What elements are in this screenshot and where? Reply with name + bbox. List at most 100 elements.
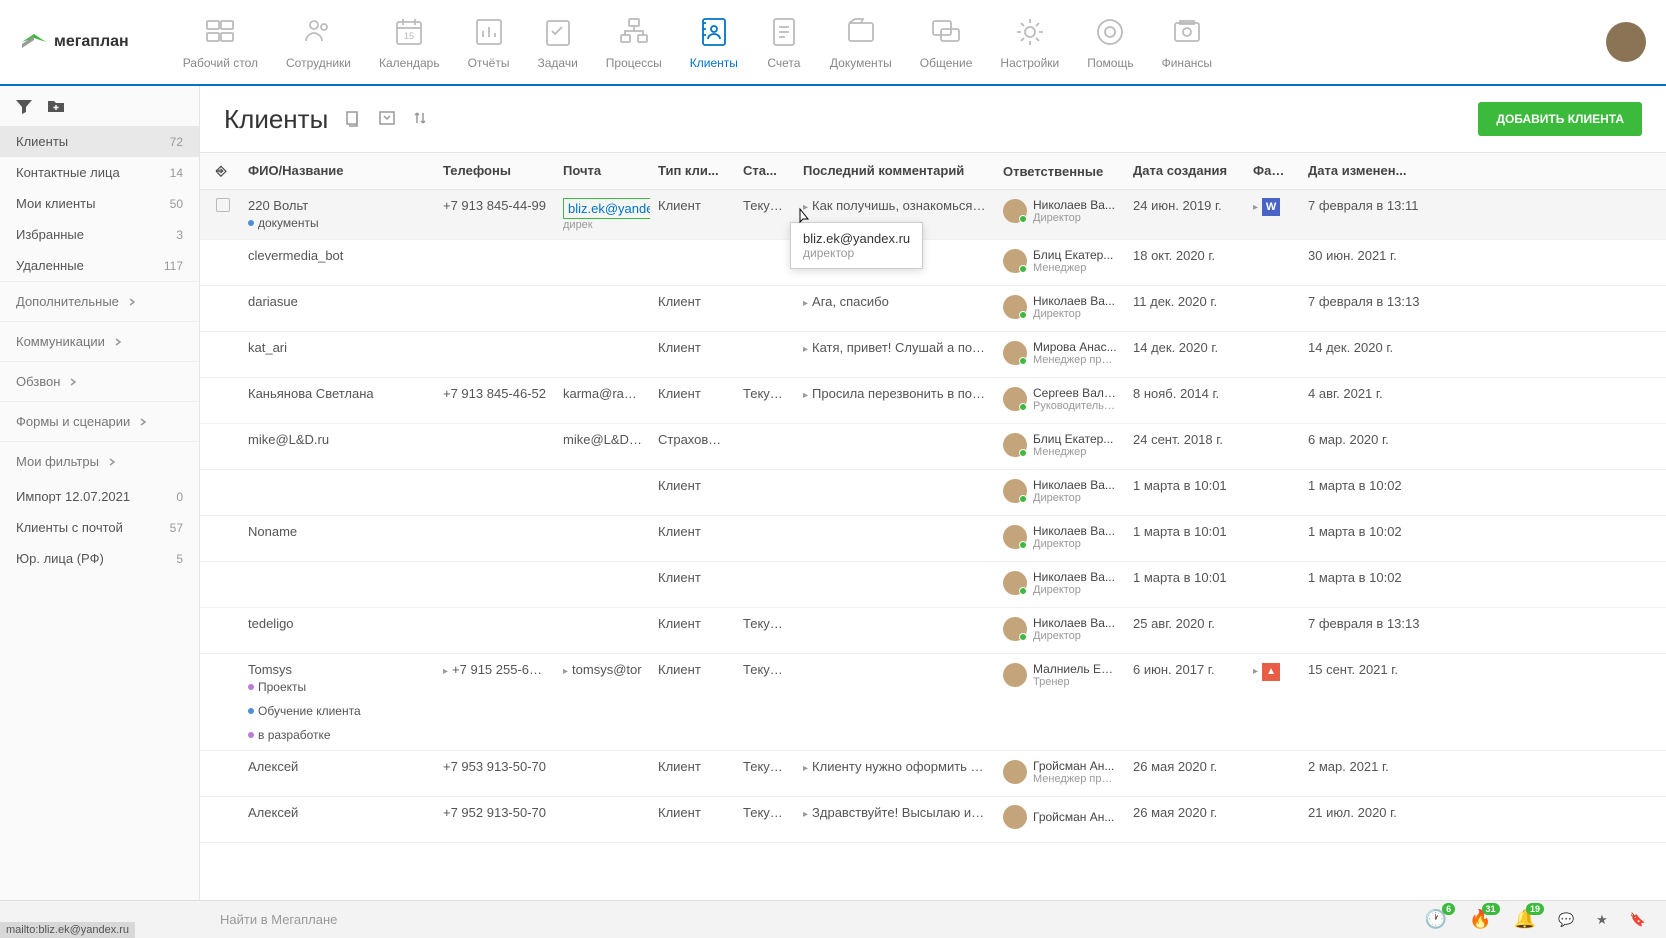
sidebar-item[interactable]: Контактные лица14 [0,157,199,188]
client-name[interactable]: Алексей [248,805,427,820]
nav-help[interactable]: Помощь [1073,6,1147,78]
responsible-avatar[interactable] [1003,433,1027,457]
responsible-avatar[interactable] [1003,295,1027,319]
responsible-avatar[interactable] [1003,479,1027,503]
client-name[interactable]: Noname [248,524,427,539]
col-responsible[interactable]: Ответственные [995,163,1125,179]
star-icon[interactable]: ★ [1596,912,1608,928]
email-text[interactable]: mike@L&D.ru [563,432,644,447]
fire-icon[interactable]: 🔥31 [1469,909,1491,930]
bell-icon[interactable]: 🔔19 [1514,909,1536,930]
client-name[interactable]: Tomsys [248,662,427,677]
table-row[interactable]: Noname Клиент Николаев Ва...Директор 1 м… [200,516,1666,562]
responsible-avatar[interactable] [1003,617,1027,641]
table-row[interactable]: tedeligo Клиент Текущ... Николаев Ва...Д… [200,608,1666,654]
sidebar-group[interactable]: Мои фильтры [0,441,199,481]
table-row[interactable]: Клиент Николаев Ва...Директор 1 марта в … [200,562,1666,608]
nav-invoices[interactable]: Счета [752,6,816,78]
sort-icon[interactable] [412,109,430,130]
nav-settings[interactable]: Настройки [986,6,1073,78]
responsible-avatar[interactable] [1003,199,1027,223]
responsible-avatar[interactable] [1003,525,1027,549]
client-name[interactable]: kat_ari [248,340,427,355]
sidebar-group[interactable]: Коммуникации [0,321,199,361]
nav-desktop[interactable]: Рабочий стол [169,6,272,78]
file-image-icon[interactable]: ▲ [1262,663,1280,681]
responsible-avatar[interactable] [1003,805,1027,829]
user-avatar[interactable] [1606,22,1646,62]
bookmark-icon[interactable]: 🔖 [1630,912,1646,928]
table-row[interactable]: Алексей +7 952 913-50-70 Клиент Текущ...… [200,797,1666,843]
col-type[interactable]: Тип кли... [650,163,735,179]
client-name[interactable]: dariasue [248,294,427,309]
nav-tasks[interactable]: Задачи [523,6,591,78]
responsible-avatar[interactable] [1003,571,1027,595]
sidebar-group[interactable]: Обзвон [0,361,199,401]
table-row[interactable]: mike@L&D.ru mike@L&D.ru Страховая... Бли… [200,424,1666,470]
sidebar-filter[interactable]: Юр. лица (РФ)5 [0,543,199,574]
sidebar-filter[interactable]: Импорт 12.07.20210 [0,481,199,512]
filter-icon[interactable] [14,96,34,116]
sidebar-item[interactable]: Клиенты72 [0,126,199,157]
sidebar-filter[interactable]: Клиенты с почтой57 [0,512,199,543]
clock-icon[interactable]: 🕐6 [1425,909,1447,930]
phone-text[interactable]: +7 913 845-46-52 [443,386,546,401]
phone-text[interactable]: +7 952 913-50-70 [443,805,546,820]
table-row[interactable]: Клиент Николаев Ва...Директор 1 марта в … [200,470,1666,516]
nav-chat[interactable]: Общение [906,6,987,78]
responsible-avatar[interactable] [1003,341,1027,365]
nav-finance[interactable]: Финансы [1148,6,1226,78]
client-name[interactable]: Каньянова Светлана [248,386,427,401]
email-text[interactable]: karma@ramble [563,386,650,401]
col-comment[interactable]: Последний комментарий [795,163,995,179]
table-row[interactable]: 220 Вольтдокументы +7 913 845-44-99 bliz… [200,190,1666,240]
col-name[interactable]: ФИО/Название [240,163,435,179]
sidebar-item[interactable]: Избранные3 [0,219,199,250]
responsible-avatar[interactable] [1003,249,1027,273]
nav-calendar[interactable]: 15Календарь [365,6,454,78]
file-doc-icon[interactable]: W [1262,198,1280,216]
chat-icon[interactable]: 💬 [1558,912,1574,928]
col-phone[interactable]: Телефоны [435,163,555,179]
add-folder-icon[interactable] [46,96,66,116]
table-row[interactable]: Алексей +7 953 913-50-70 Клиент Текущ...… [200,751,1666,797]
sidebar-group[interactable]: Дополнительные [0,281,199,321]
client-name[interactable]: Алексей [248,759,427,774]
row-checkbox[interactable] [216,198,230,212]
client-name[interactable]: tedeligo [248,616,427,631]
col-status[interactable]: Ста... [735,163,795,179]
nav-documents[interactable]: Документы [816,6,906,78]
search-input[interactable]: Найти в Мегаплане [20,912,1405,927]
table-row[interactable]: clevermedia_bot Блиц Екатер...Менеджер 1… [200,240,1666,286]
nav-reports[interactable]: Отчёты [454,6,524,78]
table-row[interactable]: kat_ari Клиент ▸Катя, привет! Слушай а п… [200,332,1666,378]
email-link[interactable]: bliz.ek@yande: [563,198,650,219]
nav-processes[interactable]: Процессы [592,6,676,78]
col-email[interactable]: Почта [555,163,650,179]
add-client-button[interactable]: ДОБАВИТЬ КЛИЕНТА [1478,102,1642,136]
phone-text[interactable]: +7 915 255-66-66 [452,662,555,677]
responsible-avatar[interactable] [1003,760,1027,784]
copy-icon[interactable] [344,109,362,130]
client-name[interactable]: mike@L&D.ru [248,432,427,447]
col-modified[interactable]: Дата изменен... [1300,163,1430,179]
export-icon[interactable] [378,109,396,130]
sidebar-item[interactable]: Мои клиенты50 [0,188,199,219]
col-files[interactable]: Файлы [1245,163,1300,179]
logo[interactable]: мегаплан [20,32,129,52]
sidebar-group[interactable]: Формы и сценарии [0,401,199,441]
nav-employees[interactable]: Сотрудники [272,6,365,78]
client-name[interactable]: clevermedia_bot [248,248,427,263]
table-row[interactable]: dariasue Клиент ▸Ага, спасибо Николаев В… [200,286,1666,332]
phone-text[interactable]: +7 953 913-50-70 [443,759,546,774]
client-name[interactable]: 220 Вольт [248,198,427,213]
phone-text[interactable]: +7 913 845-44-99 [443,198,546,213]
col-created[interactable]: Дата создания [1125,163,1245,179]
table-row[interactable]: Каньянова Светлана +7 913 845-46-52 karm… [200,378,1666,424]
columns-config-icon[interactable]: ⎆ [216,163,226,178]
responsible-avatar[interactable] [1003,663,1027,687]
email-text[interactable]: tomsys@tor [572,662,642,677]
responsible-avatar[interactable] [1003,387,1027,411]
table-row[interactable]: TomsysПроектыОбучение клиентав разработк… [200,654,1666,751]
nav-clients[interactable]: Клиенты [676,6,752,78]
